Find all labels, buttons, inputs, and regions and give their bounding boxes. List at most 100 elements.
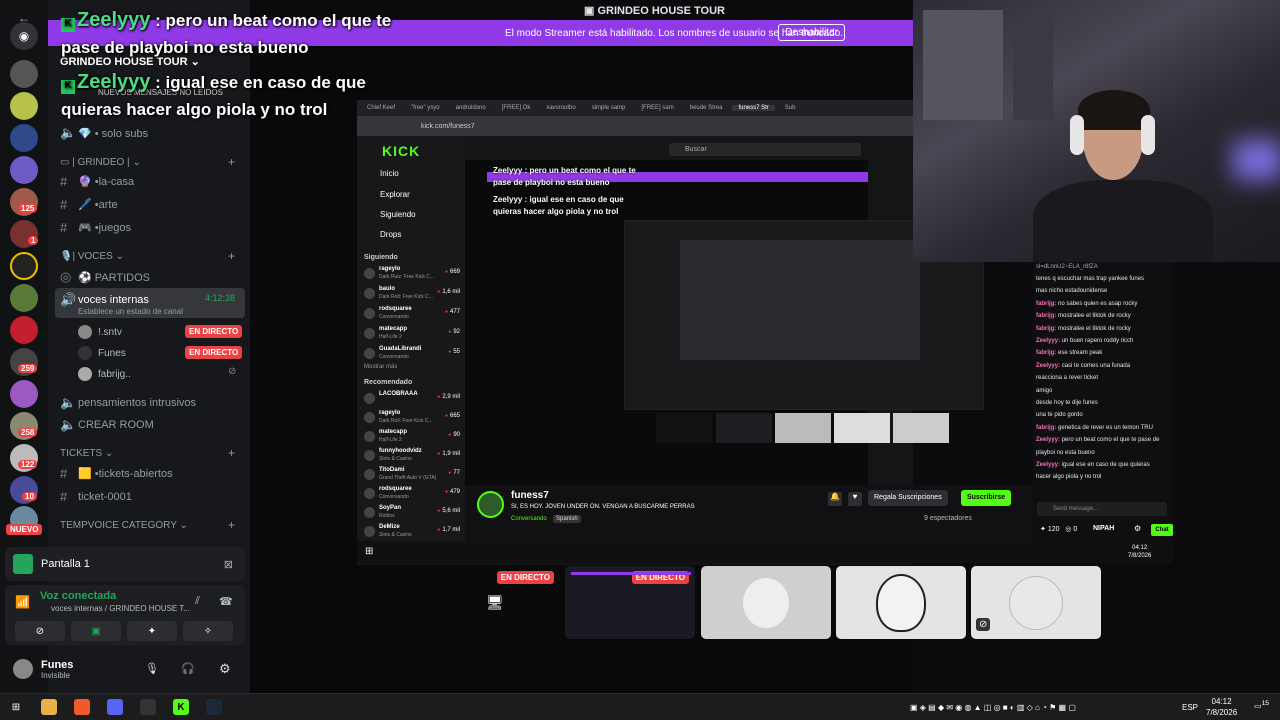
category-grindeo[interactable]: ▭ | GRINDEO | ⌄ [60, 157, 141, 168]
server-icon[interactable] [10, 316, 38, 344]
clock[interactable]: 04:12 7/8/2026 [1206, 696, 1237, 718]
disconnect-icon[interactable]: ☎ [219, 595, 233, 608]
kick-channel-row[interactable]: rodsquaree Conversando 479 [364, 486, 462, 504]
browser-tab[interactable]: Chief Keef [361, 105, 401, 111]
chat-username[interactable]: Zeelyyy: [1036, 437, 1060, 443]
channel-arte[interactable]: # 🖊️ •arte [60, 197, 118, 212]
browser-tab[interactable]: androidono [450, 105, 492, 111]
chat-username[interactable]: fabrijg: [1036, 301, 1056, 307]
channel-tickets-abiertos[interactable]: # 🟨 •tickets-abiertos [60, 466, 173, 481]
discord-home-icon[interactable]: ◉ [10, 22, 38, 50]
settings-gear-icon[interactable]: ⚙ [219, 661, 231, 677]
browser-tab[interactable]: Sub [779, 105, 802, 111]
headphones-icon[interactable]: 🎧 [181, 662, 195, 675]
kick-nav-drops[interactable]: Drops [380, 230, 401, 239]
chat-username[interactable]: fabrijg: [1036, 326, 1056, 332]
tray-icons[interactable]: ▣ ◈ ▤ ◆ ✉ ◉ ◍ ▲ ◫ ◎ ■ ◐ ▥ ◇ ⌂ ◔ ⚑ ▦ ▢ [910, 703, 1076, 712]
channel-avatar[interactable] [477, 491, 504, 518]
add-channel-icon[interactable]: + [228, 446, 235, 460]
chat-username[interactable]: fabrijg: [1036, 425, 1056, 431]
kick-channel-row[interactable]: DeMize Slots & Casino 1,7 mil [364, 524, 462, 542]
channel-status[interactable]: Establece un estado de canal [78, 307, 183, 316]
server-icon[interactable] [10, 284, 38, 312]
channel-name[interactable]: funess7 [511, 490, 549, 501]
server-icon[interactable] [10, 92, 38, 120]
channel-crear-room[interactable]: 🔈 CREAR ROOM [60, 417, 154, 433]
server-icon[interactable] [10, 156, 38, 184]
chat-send-button[interactable]: Chat [1151, 524, 1173, 536]
stream-thumbnail[interactable]: EN DIRECTO 🖥 [430, 566, 560, 639]
gift-subs-button[interactable]: Regala Suscripciones [868, 490, 948, 506]
stream-thumbnail[interactable]: EN DIRECTO [565, 566, 695, 639]
channel-juegos[interactable]: # 🎮 •juegos [60, 220, 131, 235]
chat-username[interactable]: fabrijg: [1036, 313, 1056, 319]
chat-username[interactable]: Zeelyyy: [1036, 338, 1060, 344]
file-explorer-icon[interactable] [41, 699, 57, 715]
browser-tab[interactable]: "free" ysyo [405, 105, 446, 111]
chat-username[interactable]: Zeelyyy: [1036, 462, 1060, 468]
server-icon[interactable] [10, 380, 38, 408]
kick-channel-row[interactable]: matecapp Half-Life 2 92 [364, 326, 462, 344]
show-more-link[interactable]: Mostrar más [364, 364, 397, 370]
category-tickets[interactable]: TICKETS ⌄ [60, 448, 113, 459]
browser-tab[interactable]: beude Strea [684, 105, 729, 111]
chat-username[interactable]: Zeelyyy: [1036, 363, 1060, 369]
voice-user[interactable]: !.sntv [78, 325, 122, 339]
user-thumbnail[interactable]: ⊘ [971, 566, 1101, 639]
chat-username[interactable]: fabrijg: [1036, 350, 1056, 356]
heart-icon[interactable]: ♥ [848, 492, 862, 506]
language-tag[interactable]: Spanish [553, 515, 581, 523]
add-channel-icon[interactable]: + [228, 518, 235, 532]
disable-streamer-button[interactable]: Deshabilitar [778, 24, 845, 41]
steam-icon[interactable] [206, 699, 222, 715]
screen-share-panel[interactable]: Pantalla 1 ⊠ [5, 547, 245, 581]
kick-channel-row[interactable]: GuadaLibrandi Conversando 55 [364, 346, 462, 364]
brave-browser-icon[interactable] [74, 699, 90, 715]
subscribe-button[interactable]: Suscribirse [961, 490, 1012, 506]
notification-icon[interactable]: ▭15 [1254, 700, 1269, 711]
kick-channel-row[interactable]: rageylo Dark Ruiz: Free Kick C... 669 [364, 266, 462, 284]
server-icon[interactable] [10, 252, 38, 280]
app-icon[interactable] [140, 699, 156, 715]
camera-off-button[interactable]: ⊘ [15, 621, 65, 641]
browser-tab[interactable]: [FREE] sam [635, 105, 679, 111]
kick-nav-siguiendo[interactable]: Siguiendo [380, 210, 416, 219]
channel-la-casa[interactable]: # 🔮 •la-casa [60, 174, 134, 189]
microphone-icon[interactable]: 🎙 [145, 662, 159, 675]
close-screen-icon[interactable]: ⊠ [224, 558, 233, 571]
kick-channel-row[interactable]: rodsquaree Conversando 477 [364, 306, 462, 324]
channel-pensamientos[interactable]: 🔈 pensamientos intrusivos [60, 395, 196, 411]
channel-solo-subs[interactable]: 🔈 💎 • solo subs [60, 125, 148, 141]
voice-connected-label[interactable]: Voz conectada [40, 590, 116, 602]
kick-nav-inicio[interactable]: Inicio [380, 169, 399, 178]
windows-start-icon[interactable]: ⊞ [8, 699, 24, 715]
voice-user[interactable]: fabrijg.. [78, 367, 131, 381]
voice-user[interactable]: Funes [78, 346, 126, 360]
kick-channel-row[interactable]: matecapp Half-Life 2 90 [364, 429, 462, 447]
kick-channel-row[interactable]: TitoDami Grand Theft Auto V (GTA) 77 [364, 467, 462, 485]
channel-ticket-0001[interactable]: # ticket-0001 [60, 489, 132, 504]
server-icon[interactable] [10, 60, 38, 88]
add-channel-icon[interactable]: + [228, 155, 235, 169]
activities-button[interactable]: ✦ [127, 621, 177, 641]
address-bar[interactable]: kick.com/funess7 [357, 116, 913, 136]
browser-tab[interactable]: simple samp [586, 105, 632, 111]
kick-channel-row[interactable]: LACOBRAAA 2,9 mil [364, 391, 462, 409]
noise-suppression-icon[interactable]: ⫽ [195, 595, 200, 608]
browser-tab[interactable]: xavsroutbo [540, 105, 581, 111]
kick-search-input[interactable]: Buscar [669, 143, 861, 156]
category-tempvoice[interactable]: TEMPVOICE CATEGORY ⌄ [60, 520, 188, 531]
channel-voces-internas[interactable]: 🔊 voces internas [60, 292, 149, 308]
category-tag[interactable]: Conversando [511, 516, 547, 522]
kick-nav-explorar[interactable]: Explorar [380, 190, 410, 199]
kick-channel-row[interactable]: SoyPan Roblox 5,6 mil [364, 505, 462, 523]
language-indicator[interactable]: ESP [1182, 703, 1198, 712]
user-thumbnail[interactable] [836, 566, 966, 639]
discord-icon[interactable] [107, 699, 123, 715]
channel-partidos[interactable]: ◎ ⚽ PARTIDOS [60, 269, 150, 285]
user-thumbnail[interactable] [701, 566, 831, 639]
voice-location[interactable]: voces internas / GRINDEO HOUSE T... [51, 604, 190, 613]
soundboard-button[interactable]: ✧ [183, 621, 233, 641]
chat-input[interactable]: Send message... [1037, 502, 1167, 516]
browser-tab[interactable]: [FREE] Ok [496, 105, 537, 111]
